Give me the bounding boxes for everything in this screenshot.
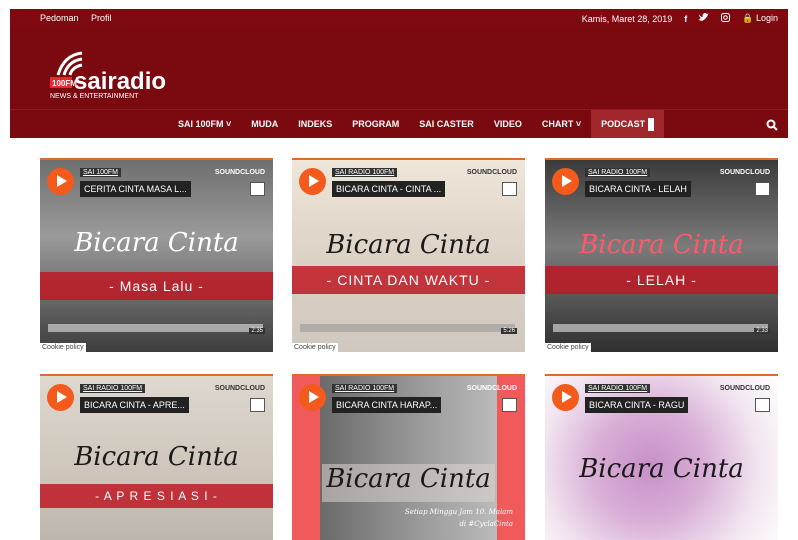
cookie-policy-link[interactable]: Cookie policy — [292, 343, 338, 352]
uploader-link[interactable]: SAI RADIO 100FM — [585, 168, 651, 177]
podcast-card: SAI 100FM SOUNDCLOUD CERITA CINTA MASA L… — [40, 158, 273, 352]
main-nav: SAI 100FM ˅ MUDA INDEKS PROGRAM SAI CAST… — [10, 109, 788, 139]
track-duration: 2:35 — [249, 328, 265, 334]
waveform[interactable] — [553, 316, 768, 336]
instagram-icon[interactable] — [721, 13, 731, 24]
track-title[interactable]: BICARA CINTA - APRE... — [80, 397, 189, 413]
podcast-card: SAI RADIO 100FM SOUNDCLOUD BICARA CINTA … — [292, 158, 525, 352]
cursor-icon — [647, 118, 654, 132]
share-icon[interactable] — [250, 182, 265, 196]
uploader-link[interactable]: SAI RADIO 100FM — [585, 384, 651, 393]
svg-text:NEWS & ENTERTAINMENT: NEWS & ENTERTAINMENT — [50, 93, 139, 100]
podcast-grid: SAI 100FM SOUNDCLOUD CERITA CINTA MASA L… — [10, 138, 788, 540]
podcast-card: SAI RADIO 100FM SOUNDCLOUD BICARA CINTA … — [545, 158, 778, 352]
track-title[interactable]: BICARA CINTA HARAP... — [332, 397, 442, 413]
link-profil[interactable]: Profil — [91, 13, 112, 23]
uploader-link[interactable]: SAI RADIO 100FM — [332, 384, 398, 393]
play-button[interactable] — [299, 168, 326, 195]
nav-program[interactable]: PROGRAM — [342, 110, 409, 139]
search-icon[interactable] — [766, 118, 778, 136]
nav-sai100fm[interactable]: SAI 100FM ˅ — [168, 110, 241, 139]
play-button[interactable] — [47, 384, 74, 411]
track-title[interactable]: BICARA CINTA - RAGU — [585, 397, 689, 413]
login-link[interactable]: 🔒 Login — [742, 13, 778, 24]
nav-podcast[interactable]: PODCAST — [591, 110, 664, 139]
date-text: Kamis, Maret 28, 2019 — [581, 13, 673, 24]
soundcloud-logo[interactable]: SOUNDCLOUD — [720, 385, 770, 392]
svg-text:sairadio: sairadio — [74, 68, 166, 95]
cover-script: Bicara Cinta — [326, 464, 491, 494]
share-icon[interactable] — [755, 398, 770, 412]
nav-sai-caster[interactable]: SAI CASTER — [409, 110, 484, 139]
track-duration: 5:26 — [501, 328, 517, 334]
site-header: 100FM sairadio NEWS & ENTERTAINMENT — [10, 27, 788, 109]
uploader-link[interactable]: SAI RADIO 100FM — [332, 168, 398, 177]
cover-script: Bicara Cinta — [579, 454, 744, 484]
soundcloud-logo[interactable]: SOUNDCLOUD — [215, 169, 265, 176]
schedule-text: Setiap Minggu Jam 10. Malam — [404, 508, 513, 516]
uploader-link[interactable]: SAI 100FM — [80, 168, 122, 177]
uploader-link[interactable]: SAI RADIO 100FM — [80, 384, 146, 393]
lock-icon: 🔒 — [742, 13, 754, 23]
track-title[interactable]: BICARA CINTA - LELAH — [585, 181, 691, 197]
cover-script: Bicara Cinta — [326, 230, 491, 260]
nav-chart[interactable]: CHART ˅ — [532, 110, 591, 139]
top-bar: Pedoman Profil Kamis, Maret 28, 2019 f 🔒… — [10, 9, 788, 27]
twitter-icon[interactable] — [699, 13, 710, 24]
nav-muda[interactable]: MUDA — [241, 110, 288, 139]
play-button[interactable] — [552, 168, 579, 195]
cover-band: - A P R E S I A S I - — [40, 484, 273, 508]
cookie-policy-link[interactable]: Cookie policy — [545, 343, 591, 352]
share-icon[interactable] — [502, 182, 517, 196]
facebook-icon[interactable]: f — [684, 14, 687, 24]
share-icon[interactable] — [250, 398, 265, 412]
play-button[interactable] — [47, 168, 74, 195]
soundcloud-logo[interactable]: SOUNDCLOUD — [467, 169, 517, 176]
nav-video[interactable]: VIDEO — [484, 110, 532, 139]
waveform[interactable] — [300, 316, 515, 336]
cookie-policy-link[interactable]: Cookie policy — [40, 343, 86, 352]
soundcloud-logo[interactable]: SOUNDCLOUD — [467, 385, 517, 392]
track-title[interactable]: BICARA CINTA - CINTA ... — [332, 181, 446, 197]
soundcloud-logo[interactable]: SOUNDCLOUD — [720, 169, 770, 176]
podcast-card: SAI RADIO 100FM SOUNDCLOUD BICARA CINTA … — [292, 374, 525, 540]
podcast-card: SAI RADIO 100FM SOUNDCLOUD BICARA CINTA … — [545, 374, 778, 540]
share-icon[interactable] — [502, 398, 517, 412]
cover-band: - Masa Lalu - — [40, 272, 273, 300]
play-button[interactable] — [299, 384, 326, 411]
link-pedoman[interactable]: Pedoman — [40, 13, 79, 23]
cover-script: Bicara Cinta — [579, 230, 744, 260]
cover-band: - CINTA DAN WAKTU - — [292, 266, 525, 294]
podcast-card: SAI RADIO 100FM SOUNDCLOUD BICARA CINTA … — [40, 374, 273, 540]
site-logo[interactable]: 100FM sairadio NEWS & ENTERTAINMENT — [50, 45, 170, 100]
track-title[interactable]: CERITA CINTA MASA L... — [80, 181, 191, 197]
nav-indeks[interactable]: INDEKS — [288, 110, 342, 139]
cover-script: Bicara Cinta — [74, 228, 239, 258]
hashtag-text: di #CyclaCinta — [459, 520, 513, 528]
cover-script: Bicara Cinta — [74, 442, 239, 472]
soundcloud-logo[interactable]: SOUNDCLOUD — [215, 385, 265, 392]
cover-band: - LELAH - — [545, 266, 778, 294]
track-duration: 2:33 — [754, 328, 770, 334]
share-icon[interactable] — [755, 182, 770, 196]
waveform[interactable] — [48, 316, 263, 336]
play-button[interactable] — [552, 384, 579, 411]
